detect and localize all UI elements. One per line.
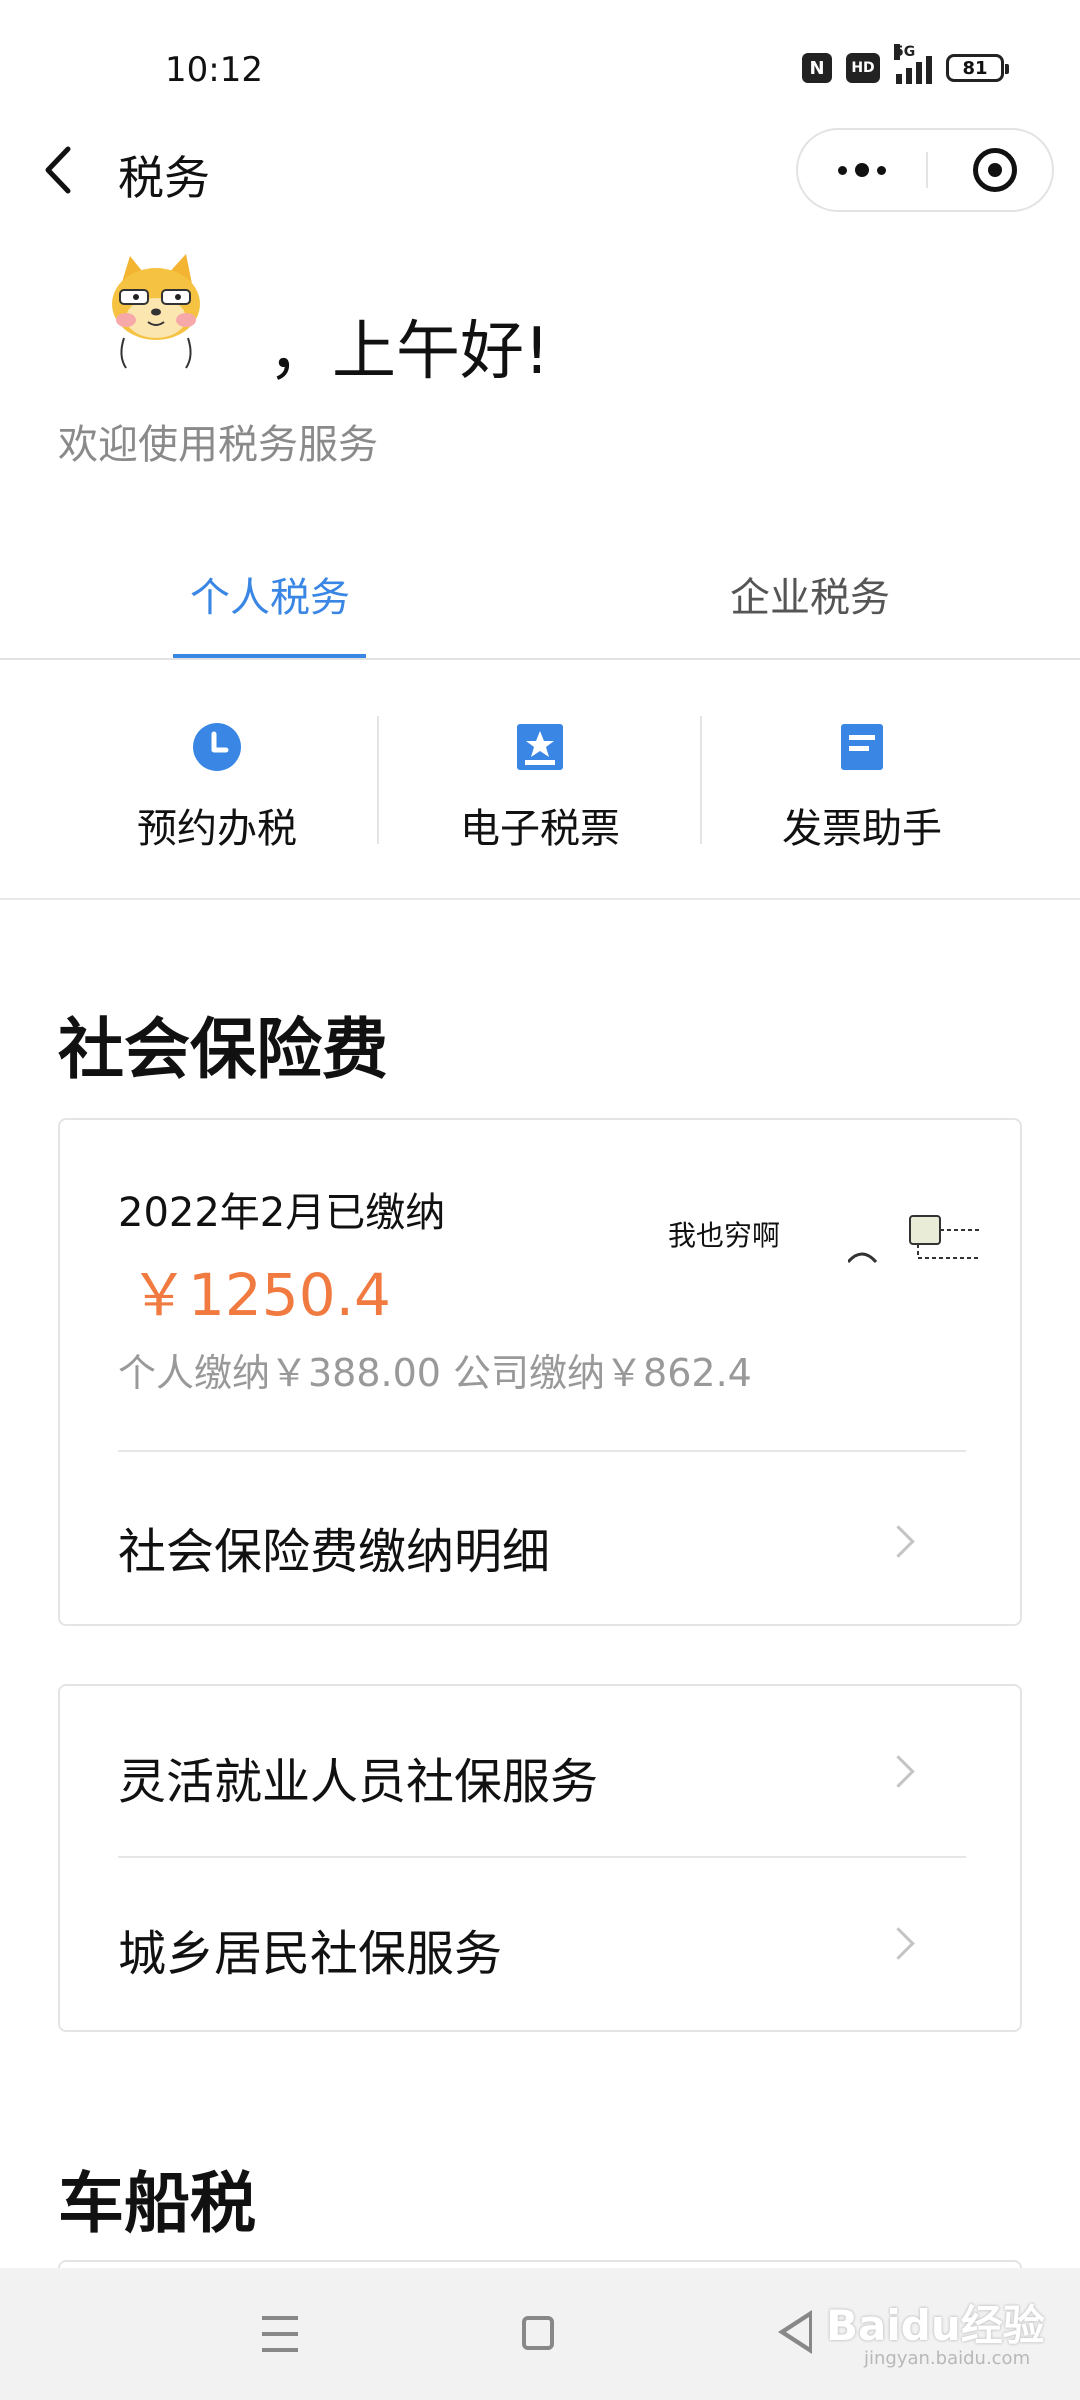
battery-icon: 81 — [946, 54, 1009, 82]
miniprogram-capsule — [796, 128, 1054, 212]
more-button[interactable] — [798, 130, 926, 210]
watermark-url: jingyan.baidu.com — [864, 2348, 1031, 2369]
payment-amount: ￥1250.4 — [130, 1261, 391, 1329]
back-button[interactable] — [40, 145, 80, 195]
chevron-right-icon — [882, 1525, 915, 1558]
quick-service-invoice-assistant[interactable]: 发票助手 — [712, 710, 1012, 854]
home-button[interactable] — [522, 2316, 554, 2350]
quick-service-label: 发票助手 — [782, 806, 942, 852]
more-dot-icon — [838, 165, 847, 175]
baidu-watermark: Baidu经验 jingyan.baidu.com — [826, 2292, 1066, 2382]
welcome-subtitle: 欢迎使用税务服务 — [58, 422, 378, 468]
network-type-label: 5G — [894, 44, 916, 60]
quick-service-label: 预约办税 — [137, 806, 297, 852]
clock-icon — [192, 722, 242, 772]
quick-service-separator — [700, 716, 702, 844]
menu-line-icon — [262, 2348, 298, 2352]
social-services-card: 灵活就业人员社保服务 城乡居民社保服务 — [58, 1684, 1022, 2032]
menu-line-icon — [262, 2316, 298, 2320]
payment-breakdown: 个人缴纳￥388.00 公司缴纳￥862.4 — [118, 1351, 752, 1395]
row-label: 城乡居民社保服务 — [118, 1926, 503, 1982]
hd-icon: HD — [846, 53, 880, 83]
chevron-right-icon — [882, 1927, 915, 1960]
social-insurance-title: 社会保险费 — [58, 1011, 388, 1088]
social-insurance-detail-link[interactable]: 社会保险费缴纳明细 — [118, 1512, 966, 1582]
tab-divider — [0, 658, 1080, 660]
chevron-right-icon — [882, 1755, 915, 1788]
more-dot-icon — [877, 165, 886, 175]
vehicle-tax-title: 车船税 — [58, 2165, 256, 2242]
tab-personal-tax[interactable]: 个人税务 — [120, 565, 420, 623]
quick-service-label: 电子税票 — [460, 806, 620, 852]
invoice-icon — [837, 722, 887, 772]
tab-enterprise-tax[interactable]: 企业税务 — [660, 565, 960, 623]
back-arrow-icon — [45, 146, 71, 194]
greeting-text: ，上午好! — [268, 315, 550, 389]
more-dot-icon — [855, 163, 869, 177]
meme-sticker: 我也穷啊 — [668, 1212, 988, 1292]
status-icons: N HD 5G 81 — [802, 44, 1009, 84]
tax-ticket-icon — [515, 722, 565, 772]
watermark-brand: Baidu经验 — [826, 2301, 1045, 2350]
avatar — [100, 252, 212, 372]
social-insurance-card: 2022年2月已缴纳 ￥1250.4 个人缴纳￥388.00 公司缴纳￥862.… — [58, 1118, 1022, 1626]
menu-line-icon — [262, 2332, 298, 2336]
nfc-icon: N — [802, 53, 832, 83]
meme-doodle-icon — [848, 1215, 980, 1264]
nav-back-icon-inner — [786, 2317, 809, 2347]
doge-avatar-icon — [112, 254, 200, 369]
capsule-divider — [926, 152, 928, 188]
signal-icon: 5G — [894, 44, 932, 84]
battery-level: 81 — [962, 57, 988, 79]
page-title: 税务 — [118, 151, 210, 205]
close-miniprogram-button[interactable] — [973, 148, 1017, 192]
row-separator — [118, 1856, 966, 1858]
quick-service-e-tax-ticket[interactable]: 电子税票 — [390, 710, 690, 854]
quick-service-separator — [377, 716, 379, 844]
row-label: 社会保险费缴纳明细 — [118, 1524, 551, 1580]
flexible-employment-service-link[interactable]: 灵活就业人员社保服务 — [118, 1742, 966, 1812]
row-label: 灵活就业人员社保服务 — [118, 1754, 599, 1810]
meme-caption: 我也穷啊 — [668, 1219, 781, 1252]
section-divider — [0, 898, 1080, 900]
payment-period: 2022年2月已缴纳 — [118, 1190, 446, 1236]
urban-rural-resident-service-link[interactable]: 城乡居民社保服务 — [118, 1914, 966, 1984]
status-time: 10:12 — [165, 50, 263, 90]
quick-service-appointment[interactable]: 预约办税 — [67, 710, 367, 854]
recent-apps-button[interactable] — [262, 2316, 302, 2352]
row-separator — [118, 1450, 966, 1452]
